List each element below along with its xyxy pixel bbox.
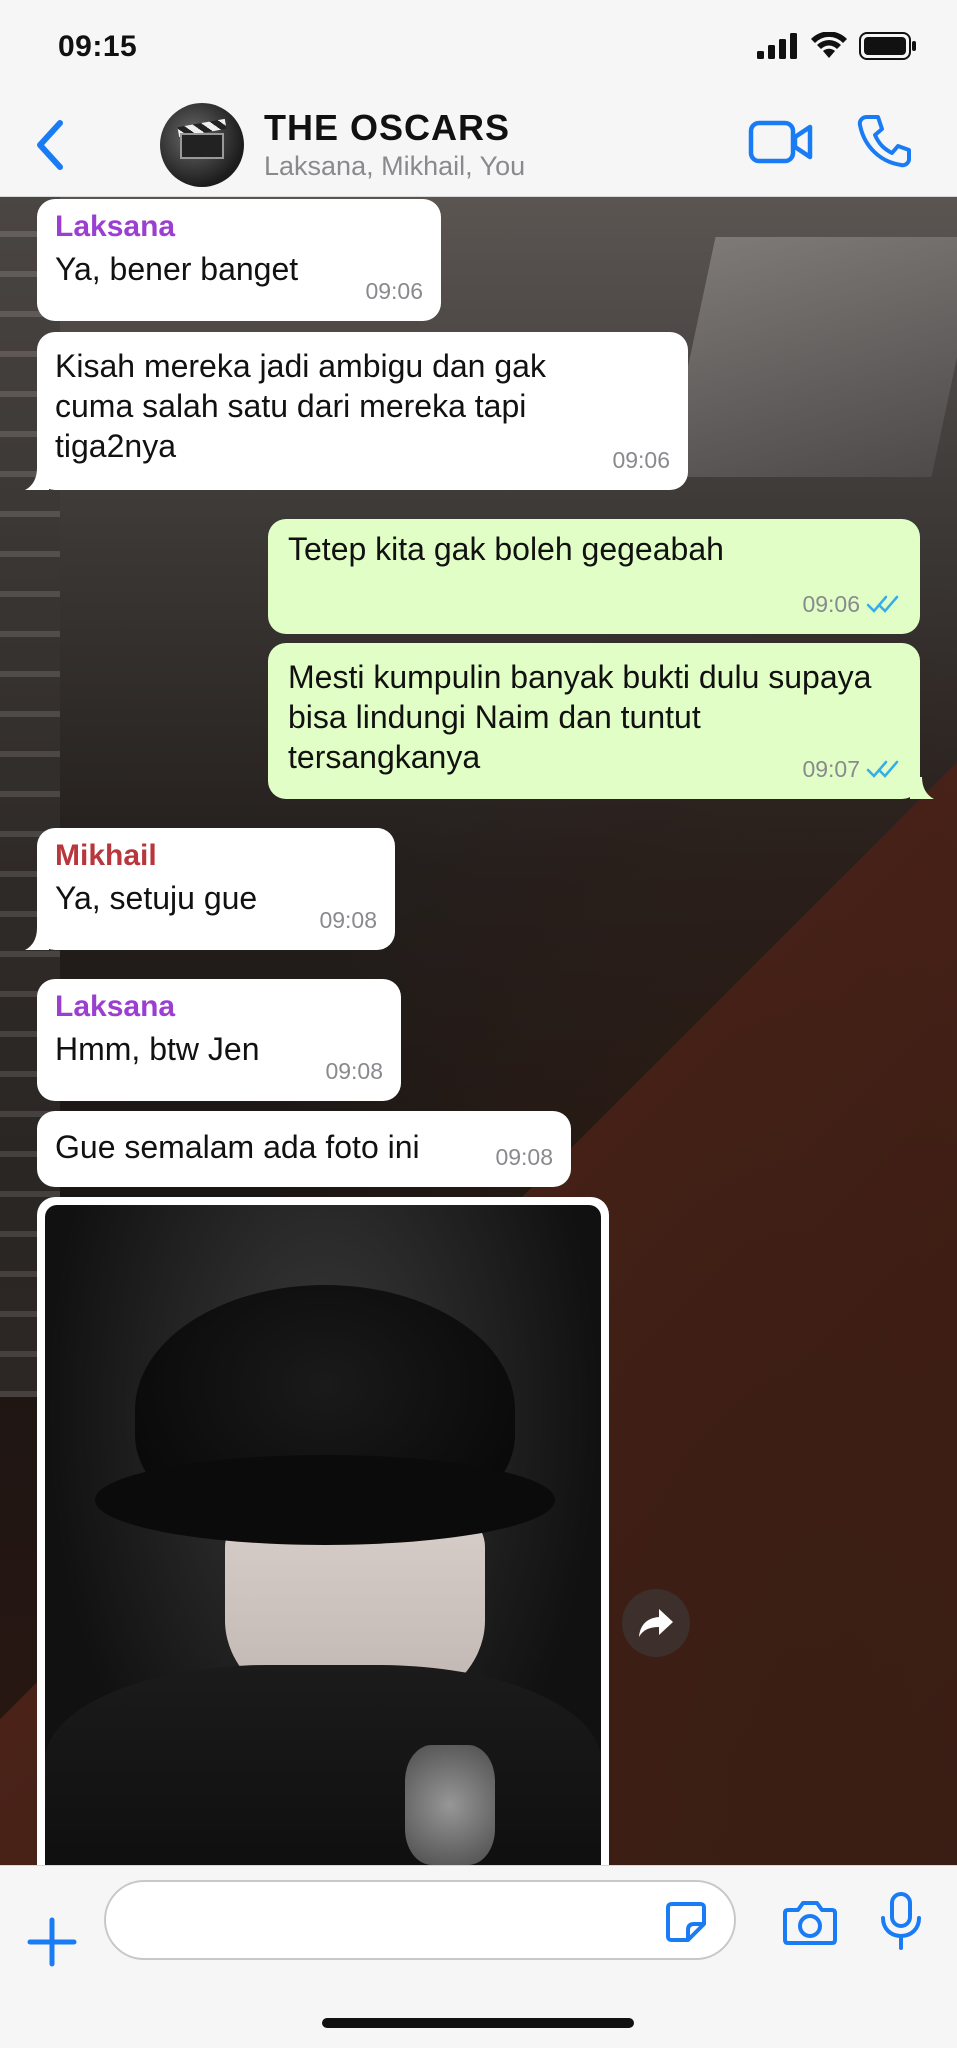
message-meta: 09:08 xyxy=(325,1051,383,1091)
message-input[interactable] xyxy=(104,1880,736,1960)
message-time: 09:06 xyxy=(612,447,670,473)
message-time: 09:07 xyxy=(802,756,860,782)
status-time: 09:15 xyxy=(58,30,138,63)
status-icons xyxy=(757,32,917,60)
wifi-icon xyxy=(811,32,847,58)
microphone-icon[interactable] xyxy=(878,1892,924,1950)
composer-bar xyxy=(0,1865,957,2048)
back-chevron-icon[interactable] xyxy=(30,115,74,175)
message-time: 09:06 xyxy=(802,591,860,617)
message-time: 09:06 xyxy=(365,278,423,304)
phone-call-icon[interactable] xyxy=(856,113,912,169)
forward-arrow-icon xyxy=(639,1609,673,1637)
message-sender: Mikhail xyxy=(55,839,157,872)
bubble-tail xyxy=(25,928,49,950)
message-bubble[interactable]: Tetep kita gak boleh gegeabah 09:06 xyxy=(268,519,920,634)
message-time: 09:08 xyxy=(319,907,377,933)
message-meta: 09:07 xyxy=(802,749,902,789)
battery-icon xyxy=(859,32,916,60)
message-sender: Laksana xyxy=(55,210,176,243)
group-avatar[interactable] xyxy=(160,103,244,187)
background-photo-canopy xyxy=(664,237,957,477)
message-bubble[interactable]: Mikhail Ya, setuju gue 09:08 xyxy=(25,828,395,950)
photo-jacket xyxy=(45,1665,601,1865)
chat-header: THE OSCARS Laksana, Mikhail, You xyxy=(0,95,957,197)
shared-photo[interactable] xyxy=(45,1205,601,1865)
message-bubble[interactable]: Laksana Ya, bener banget 09:06 xyxy=(37,199,441,321)
forward-button[interactable] xyxy=(622,1589,690,1657)
message-bubble[interactable]: Mesti kumpulin banyak bukti dulu supaya … xyxy=(268,643,934,799)
message-time: 09:08 xyxy=(325,1058,383,1084)
message-bubble[interactable]: Kisah mereka jadi ambigu dan gak cuma sa… xyxy=(25,332,688,490)
signal-icon xyxy=(757,33,797,59)
message-sender: Laksana xyxy=(55,990,176,1023)
photo-shirt-print xyxy=(405,1745,495,1865)
home-indicator xyxy=(322,2018,634,2028)
chat-title[interactable]: THE OSCARS xyxy=(264,107,510,149)
photo-message-bubble[interactable] xyxy=(37,1197,609,1865)
message-time: 09:08 xyxy=(495,1144,553,1170)
message-text: Mesti kumpulin banyak bukti dulu supaya … xyxy=(288,659,872,775)
message-text: Kisah mereka jadi ambigu dan gak cuma sa… xyxy=(55,348,546,464)
chat-background: Laksana Ya, bener banget 09:06 Kisah mer… xyxy=(0,197,957,1865)
bubble-tail xyxy=(910,777,934,799)
attach-plus-icon[interactable] xyxy=(26,1916,78,1968)
message-meta: 09:06 xyxy=(612,440,670,480)
status-bar: 09:15 xyxy=(0,0,957,95)
message-text: Gue semalam ada foto ini xyxy=(55,1129,420,1165)
message-meta: 09:06 xyxy=(802,584,902,624)
photo-hat-brim xyxy=(95,1455,555,1545)
message-text: Tetep kita gak boleh gegeabah xyxy=(288,531,724,567)
sticker-icon[interactable] xyxy=(664,1900,708,1944)
message-meta: 09:06 xyxy=(365,271,423,311)
read-receipt-icon xyxy=(866,595,899,613)
message-meta: 09:08 xyxy=(495,1137,553,1177)
bubble-tail xyxy=(25,468,49,490)
message-meta: 09:08 xyxy=(319,900,377,940)
camera-icon[interactable] xyxy=(782,1898,838,1948)
chat-participants[interactable]: Laksana, Mikhail, You xyxy=(264,151,525,182)
message-bubble[interactable]: Gue semalam ada foto ini 09:08 xyxy=(37,1111,571,1187)
message-bubble[interactable]: Laksana Hmm, btw Jen 09:08 xyxy=(37,979,401,1101)
video-call-icon[interactable] xyxy=(748,117,814,167)
read-receipt-icon xyxy=(866,760,899,778)
